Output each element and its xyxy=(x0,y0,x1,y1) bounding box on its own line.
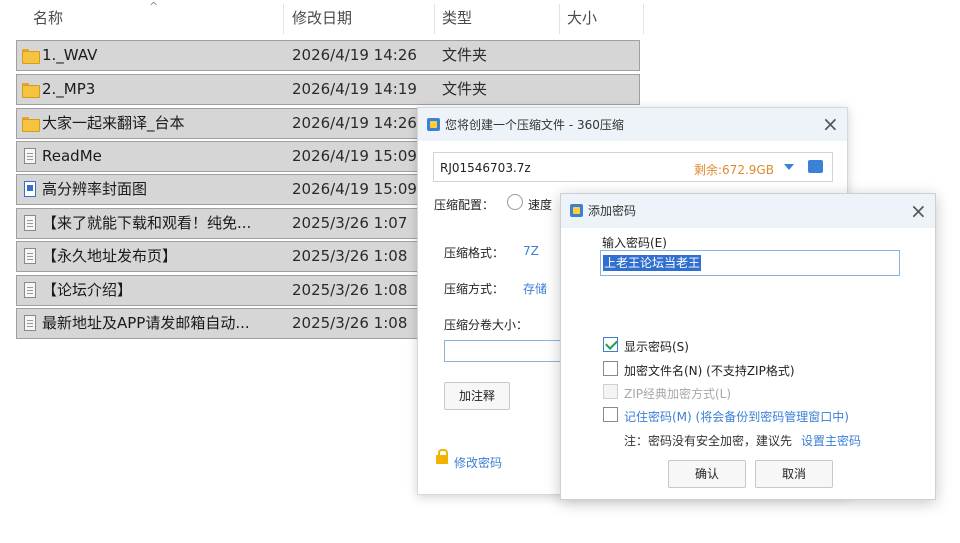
file-name: 2._MP3 xyxy=(42,80,96,98)
file-name: 最新地址及APP请发邮箱自动... xyxy=(42,314,250,332)
file-row[interactable]: 【论坛介绍】 2025/3/26 1:08 xyxy=(16,275,418,306)
file-name: 【论坛介绍】 xyxy=(42,281,133,299)
column-header-size[interactable]: 大小 xyxy=(567,0,597,36)
speed-option-label[interactable]: 速度 xyxy=(528,196,562,213)
remember-password-checkbox[interactable] xyxy=(603,407,618,422)
file-row[interactable]: 1._WAV 2026/4/19 14:26 文件夹 xyxy=(16,40,640,71)
compress-app-icon xyxy=(427,118,440,131)
file-date: 2026/4/19 14:19 xyxy=(292,80,417,98)
file-row[interactable]: 最新地址及APP请发邮箱自动... 2025/3/26 1:08 xyxy=(16,308,418,339)
remember-password-label[interactable]: 记住密码(M) (将会备份到密码管理窗口中) xyxy=(624,408,849,425)
cancel-button[interactable]: 取消 xyxy=(755,460,833,488)
file-name: 高分辨率封面图 xyxy=(42,180,148,198)
file-name: 1._WAV xyxy=(42,46,98,64)
column-divider[interactable] xyxy=(643,4,644,34)
file-row[interactable]: 大家一起来翻译_台本 2026/4/19 14:26 xyxy=(16,108,418,139)
speed-radio[interactable] xyxy=(507,194,523,210)
split-size-label: 压缩分卷大小： xyxy=(444,318,529,332)
lock-icon xyxy=(436,449,448,464)
password-value: 上老王论坛当老王 xyxy=(603,255,702,271)
folder-icon xyxy=(22,47,40,64)
method-label: 压缩方式： xyxy=(444,282,505,296)
file-row[interactable]: 【永久地址发布页】 2025/3/26 1:08 xyxy=(16,241,418,272)
column-divider[interactable] xyxy=(283,4,284,34)
folder-icon xyxy=(22,81,40,98)
file-name: 大家一起来翻译_台本 xyxy=(42,114,185,132)
column-header-modified[interactable]: 修改日期 xyxy=(292,0,352,36)
password-input[interactable]: 上老王论坛当老王 xyxy=(600,250,900,276)
column-divider[interactable] xyxy=(559,4,560,34)
document-icon xyxy=(24,248,36,264)
zip-legacy-label: ZIP经典加密方式(L) xyxy=(624,387,732,401)
method-value[interactable]: 存储 xyxy=(523,280,547,297)
file-date: 2026/4/19 14:26 xyxy=(292,114,417,132)
add-password-dialog: 添加密码 × 输入密码(E) 上老王论坛当老王 显示密码(S) 加密文件名(N)… xyxy=(560,193,936,500)
sort-ascending-icon: ^ xyxy=(149,0,159,13)
column-divider[interactable] xyxy=(434,4,435,34)
document-icon xyxy=(24,148,36,164)
image-icon xyxy=(24,181,36,197)
file-name: ReadMe xyxy=(42,147,102,165)
file-row[interactable]: 【来了就能下载和观看！纯免... 2025/3/26 1:07 xyxy=(16,208,418,239)
browse-folder-icon[interactable] xyxy=(808,160,823,173)
close-button[interactable]: × xyxy=(822,114,839,134)
password-input-label: 输入密码(E) xyxy=(602,236,667,250)
file-date: 2026/4/19 15:09 xyxy=(292,180,417,198)
folder-icon xyxy=(22,115,40,132)
file-row[interactable]: 2._MP3 2026/4/19 14:19 文件夹 xyxy=(16,74,640,105)
file-name: 【永久地址发布页】 xyxy=(42,247,178,265)
column-header-type[interactable]: 类型 xyxy=(442,0,472,36)
file-date: 2026/4/19 14:26 xyxy=(292,46,417,64)
close-button[interactable]: × xyxy=(910,201,927,221)
document-icon xyxy=(24,215,36,231)
show-password-label[interactable]: 显示密码(S) xyxy=(624,338,689,355)
file-date: 2026/4/19 15:09 xyxy=(292,147,417,165)
file-date: 2025/3/26 1:08 xyxy=(292,314,408,332)
column-header-name[interactable]: 名称 xyxy=(33,0,63,36)
file-type: 文件夹 xyxy=(442,80,488,98)
compress-app-icon xyxy=(570,204,583,217)
split-size-input[interactable] xyxy=(444,340,574,362)
file-row[interactable]: 高分辨率封面图 2026/4/19 15:09 xyxy=(16,174,418,205)
zip-legacy-checkbox xyxy=(603,384,618,399)
format-label: 压缩格式： xyxy=(444,246,505,260)
change-password-link[interactable]: 修改密码 xyxy=(454,454,502,471)
document-icon xyxy=(24,282,36,298)
config-label: 压缩配置： xyxy=(434,198,495,212)
file-row[interactable]: ReadMe 2026/4/19 15:09 xyxy=(16,141,418,172)
dialog-titlebar[interactable]: 您将创建一个压缩文件 - 360压缩 × xyxy=(418,108,847,141)
free-space-label: 剩余:672.9GB xyxy=(694,163,774,177)
set-master-password-link[interactable]: 设置主密码 xyxy=(801,432,861,449)
document-icon xyxy=(24,315,36,331)
encrypt-filenames-label[interactable]: 加密文件名(N) (不支持ZIP格式) xyxy=(624,362,795,379)
archive-filename: RJ01546703.7z xyxy=(440,161,531,175)
security-note: 注：密码没有安全加密，建议先 xyxy=(624,434,793,448)
file-type: 文件夹 xyxy=(442,46,488,64)
file-name: 【来了就能下载和观看！纯免... xyxy=(42,214,252,232)
add-comment-button[interactable]: 加注释 xyxy=(444,382,510,410)
dialog-title: 添加密码 xyxy=(588,204,637,218)
file-date: 2025/3/26 1:08 xyxy=(292,247,408,265)
encrypt-filenames-checkbox[interactable] xyxy=(603,361,618,376)
chevron-down-icon[interactable] xyxy=(784,164,794,170)
file-date: 2025/3/26 1:07 xyxy=(292,214,408,232)
dialog-title: 您将创建一个压缩文件 - 360压缩 xyxy=(445,118,624,132)
archive-path-field[interactable]: RJ01546703.7z 剩余:672.9GB xyxy=(433,152,833,182)
file-date: 2025/3/26 1:08 xyxy=(292,281,408,299)
show-password-checkbox[interactable] xyxy=(603,337,618,352)
format-value[interactable]: 7Z xyxy=(523,244,539,258)
dialog-titlebar[interactable]: 添加密码 × xyxy=(561,194,935,228)
confirm-button[interactable]: 确认 xyxy=(668,460,746,488)
